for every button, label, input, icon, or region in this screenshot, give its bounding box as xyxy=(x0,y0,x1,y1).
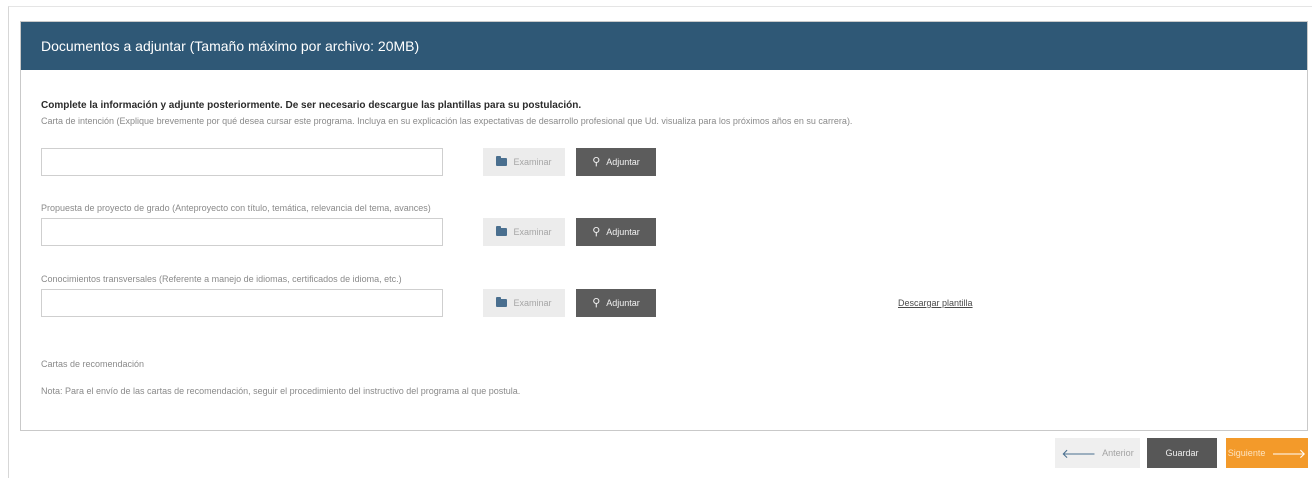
attach-button-propuesta-proyecto[interactable]: ⚲ Adjuntar xyxy=(576,218,656,246)
browse-button-propuesta-proyecto[interactable]: Examinar xyxy=(483,218,565,246)
browse-button-label: Examinar xyxy=(513,227,552,237)
save-button-label: Guardar xyxy=(1165,448,1199,458)
download-template-link[interactable]: Descargar plantilla xyxy=(898,298,973,308)
file-input-propuesta-proyecto[interactable] xyxy=(41,218,443,246)
browse-button-conocimientos[interactable]: Examinar xyxy=(483,289,565,317)
attach-button-carta-intencion[interactable]: ⚲ Adjuntar xyxy=(576,148,656,176)
paperclip-icon: ⚲ xyxy=(592,155,601,168)
arrow-right-icon: 🡒 xyxy=(1271,445,1307,461)
folder-icon xyxy=(496,156,508,166)
file-input-conocimientos[interactable] xyxy=(41,289,443,317)
page-frame: Documentos a adjuntar (Tamaño máximo por… xyxy=(8,6,1312,478)
next-button-label: Siguiente xyxy=(1227,448,1266,458)
field-label-conocimientos: Conocimientos transversales (Referente a… xyxy=(41,274,402,284)
attach-button-conocimientos[interactable]: ⚲ Adjuntar xyxy=(576,289,656,317)
documents-panel: Documentos a adjuntar (Tamaño máximo por… xyxy=(20,21,1308,431)
attach-button-label: Adjuntar xyxy=(606,157,640,167)
folder-icon xyxy=(496,226,508,236)
panel-header: Documentos a adjuntar (Tamaño máximo por… xyxy=(21,22,1307,70)
previous-button-label: Anterior xyxy=(1102,448,1134,458)
next-button[interactable]: Siguiente 🡒 xyxy=(1226,438,1308,468)
save-button[interactable]: Guardar xyxy=(1147,438,1217,468)
paperclip-icon: ⚲ xyxy=(592,296,601,309)
recommendation-note: Nota: Para el envío de las cartas de rec… xyxy=(41,386,521,396)
browse-button-label: Examinar xyxy=(513,157,552,167)
field-label-carta-intencion: Carta de intención (Explique brevemente … xyxy=(41,116,853,126)
file-input-carta-intencion[interactable] xyxy=(41,148,443,176)
attach-button-label: Adjuntar xyxy=(606,298,640,308)
attach-button-label: Adjuntar xyxy=(606,227,640,237)
paperclip-icon: ⚲ xyxy=(592,225,601,238)
instructions-text: Complete la información y adjunte poster… xyxy=(41,100,582,111)
browse-button-label: Examinar xyxy=(513,298,552,308)
panel-title: Documentos a adjuntar (Tamaño máximo por… xyxy=(41,38,420,54)
previous-button[interactable]: 🡐 Anterior xyxy=(1055,438,1140,468)
folder-icon xyxy=(496,297,508,307)
arrow-left-icon: 🡐 xyxy=(1061,445,1097,461)
recommendation-title: Cartas de recomendación xyxy=(41,359,145,369)
browse-button-carta-intencion[interactable]: Examinar xyxy=(483,148,565,176)
field-label-propuesta-proyecto: Propuesta de proyecto de grado (Anteproy… xyxy=(41,203,431,213)
